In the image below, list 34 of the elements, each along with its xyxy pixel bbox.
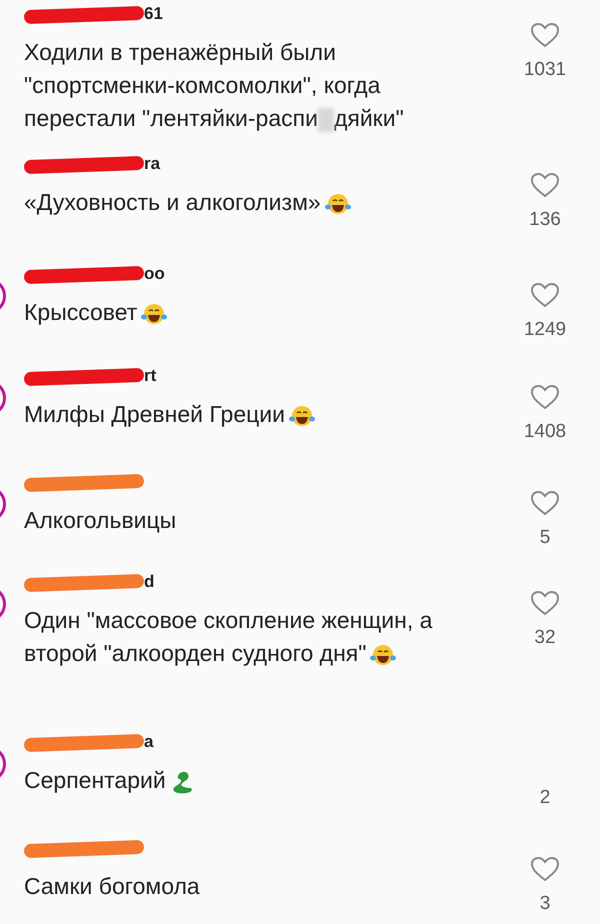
like-count: 5 xyxy=(540,526,550,550)
like-count: 3 xyxy=(540,892,550,916)
comment-text: Один "массовое скопление женщин, а второй "алкоорден судного дня" xyxy=(24,606,434,669)
like-count: 1031 xyxy=(524,58,566,82)
comment-text: Милфы Древней Греции xyxy=(24,398,454,431)
heart-icon[interactable] xyxy=(530,490,560,516)
blurred-word xyxy=(318,108,334,132)
laughing-emoji-icon xyxy=(289,404,315,428)
heart-icon[interactable] xyxy=(530,172,560,198)
comment-text: «Духовность и алкоголизм» xyxy=(24,186,454,219)
like-count: 1408 xyxy=(524,420,566,444)
comment-text: Крыссовет xyxy=(24,296,454,329)
heart-icon[interactable] xyxy=(530,282,560,308)
like-count: 136 xyxy=(529,208,561,232)
username[interactable]: a xyxy=(144,733,154,750)
like-count: 2 xyxy=(540,786,550,810)
heart-icon[interactable] xyxy=(530,856,560,882)
username[interactable]: oo xyxy=(144,265,165,282)
comment-text: Алкогольвицы xyxy=(24,506,178,535)
laughing-emoji-icon xyxy=(141,302,168,326)
username[interactable]: 61 xyxy=(144,5,163,22)
heart-icon[interactable] xyxy=(530,22,560,48)
comment-text: Самки богомола xyxy=(24,872,201,901)
laughing-emoji-icon xyxy=(370,642,396,667)
like-count: 32 xyxy=(534,626,556,650)
comment-text: Серпентарий xyxy=(24,764,454,797)
username[interactable]: d xyxy=(144,573,154,590)
username[interactable]: rt xyxy=(144,367,156,384)
comment-text: Ходили в тренажёрный были "спортсменки-комсомолки", когда перестали "лентяйки-распи дяйки" xyxy=(24,38,405,134)
username[interactable]: ra xyxy=(144,155,160,172)
heart-icon[interactable] xyxy=(530,590,560,616)
like-count: 1249 xyxy=(524,318,566,342)
heart-icon[interactable] xyxy=(530,384,560,410)
laughing-emoji-icon xyxy=(324,192,351,216)
